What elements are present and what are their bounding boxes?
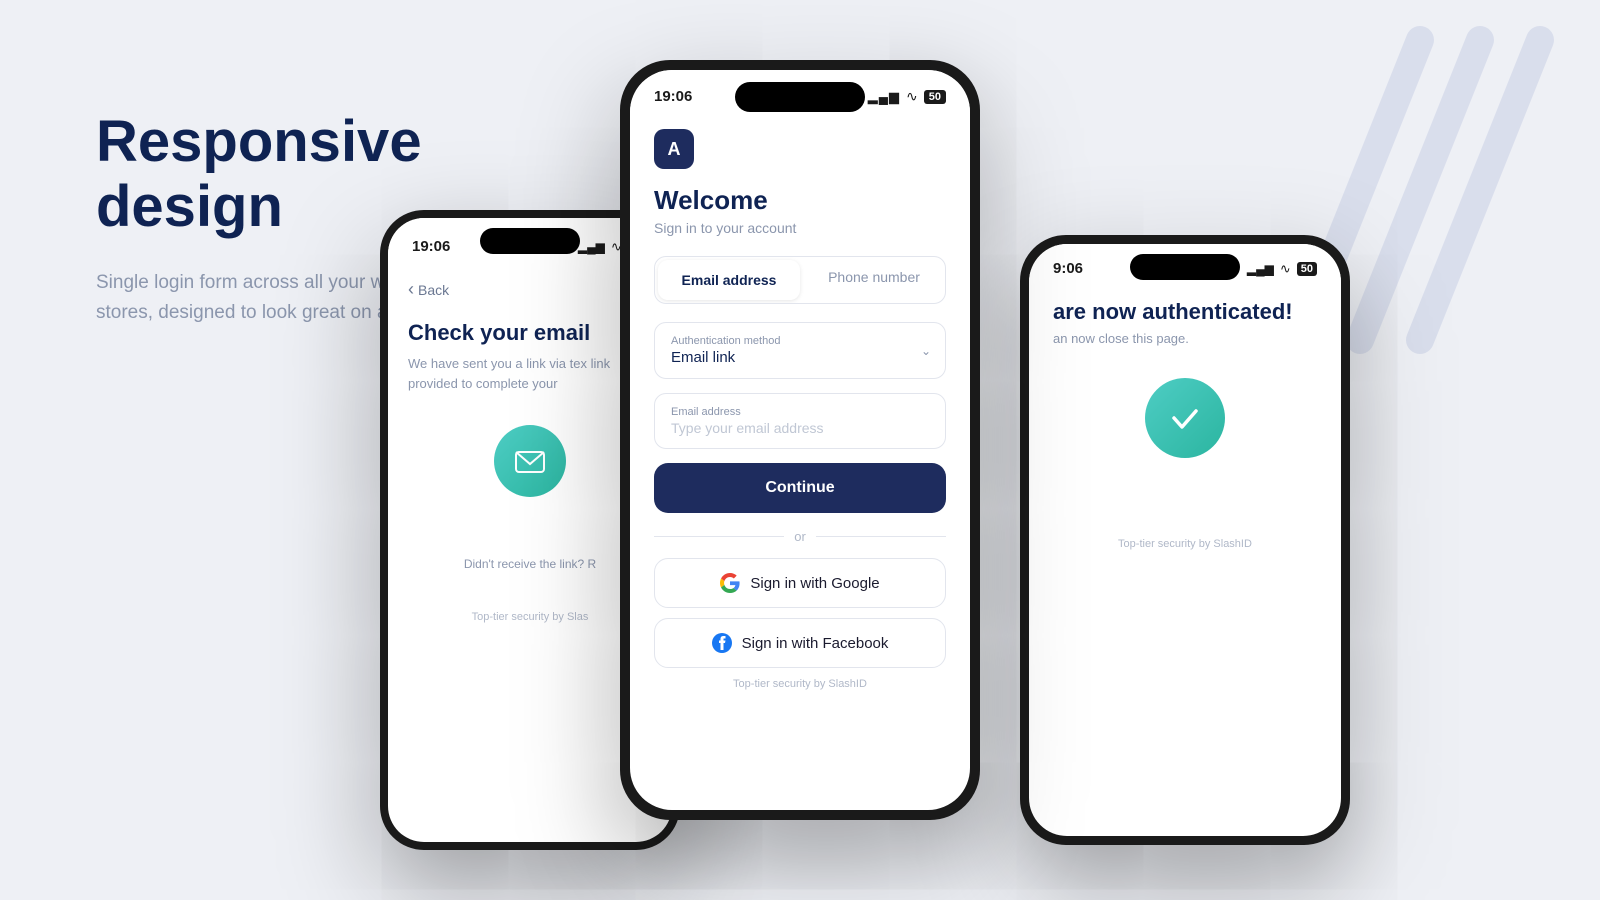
divider-line-right [816, 536, 946, 537]
auth-success-container: are now authenticated! an now close this… [1029, 283, 1341, 566]
envelope-icon [514, 445, 546, 477]
google-icon [720, 573, 740, 593]
email-input-field[interactable]: Email address Type your email address [654, 393, 946, 449]
welcome-title: Welcome [654, 185, 946, 216]
auth-method-value: Email link [671, 349, 929, 366]
status-icons-right: ▂▄▆ ∿ 50 [1247, 261, 1317, 277]
auth-success-title: are now authenticated! [1053, 299, 1317, 325]
check-email-subtitle: We have sent you a link via tex link pro… [408, 354, 652, 393]
phone-right: 9:06 ▂▄▆ ∿ 50 are now authenticated! an … [1020, 235, 1350, 845]
signal-icon-main: ▂▄▆ [868, 89, 900, 105]
status-bar-main: 19:06 ▂▄▆ ∿ 50 [630, 70, 970, 113]
auth-method-dropdown[interactable]: Authentication method Email link ⌄ [654, 322, 946, 379]
welcome-subtitle: Sign in to your account [654, 220, 946, 236]
signal-icon-right: ▂▄▆ [1247, 262, 1274, 276]
email-field-label: Email address [671, 406, 929, 418]
google-button-label: Sign in with Google [750, 575, 879, 592]
battery-icon-main: 50 [924, 90, 946, 104]
auth-method-label: Authentication method [671, 335, 929, 347]
phone-main: 19:06 ▂▄▆ ∿ 50 A Welcome Sign in to your… [620, 60, 980, 820]
divider: or [654, 529, 946, 544]
email-icon-circle [494, 425, 566, 497]
security-text-right: Top-tier security by SlashID [1053, 538, 1317, 550]
main-form: A Welcome Sign in to your account Email … [630, 113, 970, 714]
status-icons-main: ▂▄▆ ∿ 50 [868, 88, 946, 105]
auth-success-subtitle: an now close this page. [1053, 331, 1317, 346]
wifi-icon-right: ∿ [1280, 261, 1291, 277]
divider-text: or [794, 529, 806, 544]
tab-phone[interactable]: Phone number [803, 257, 945, 303]
back-arrow-icon: ‹ [408, 279, 414, 300]
facebook-signin-button[interactable]: Sign in with Facebook [654, 618, 946, 668]
divider-line-left [654, 536, 784, 537]
success-icon-circle [1145, 378, 1225, 458]
google-signin-button[interactable]: Sign in with Google [654, 558, 946, 608]
wifi-icon-main: ∿ [906, 88, 918, 105]
continue-button[interactable]: Continue [654, 463, 946, 513]
resend-text: Didn't receive the link? R [408, 557, 652, 571]
auth-tabs: Email address Phone number [654, 256, 946, 304]
status-bar-right: 9:06 ▂▄▆ ∿ 50 [1029, 244, 1341, 283]
back-button[interactable]: ‹ Back [408, 279, 652, 300]
check-email-title: Check your email [408, 320, 652, 346]
email-placeholder: Type your email address [671, 420, 929, 436]
facebook-icon [712, 633, 732, 653]
checkmark-icon [1166, 399, 1204, 437]
battery-icon-right: 50 [1297, 262, 1317, 276]
back-label: Back [418, 282, 449, 298]
facebook-button-label: Sign in with Facebook [742, 635, 889, 652]
app-logo: A [654, 129, 694, 169]
chevron-down-icon: ⌄ [921, 344, 931, 358]
status-time-right: 9:06 [1053, 260, 1083, 277]
signal-icon: ▂▄▆ [578, 240, 605, 254]
status-time-main: 19:06 [654, 88, 692, 105]
security-text-main: Top-tier security by SlashID [654, 678, 946, 690]
security-text-left: Top-tier security by Slas [408, 611, 652, 623]
logo-letter: A [668, 139, 681, 160]
status-time-left: 19:06 [412, 238, 450, 255]
tab-email[interactable]: Email address [658, 260, 800, 300]
